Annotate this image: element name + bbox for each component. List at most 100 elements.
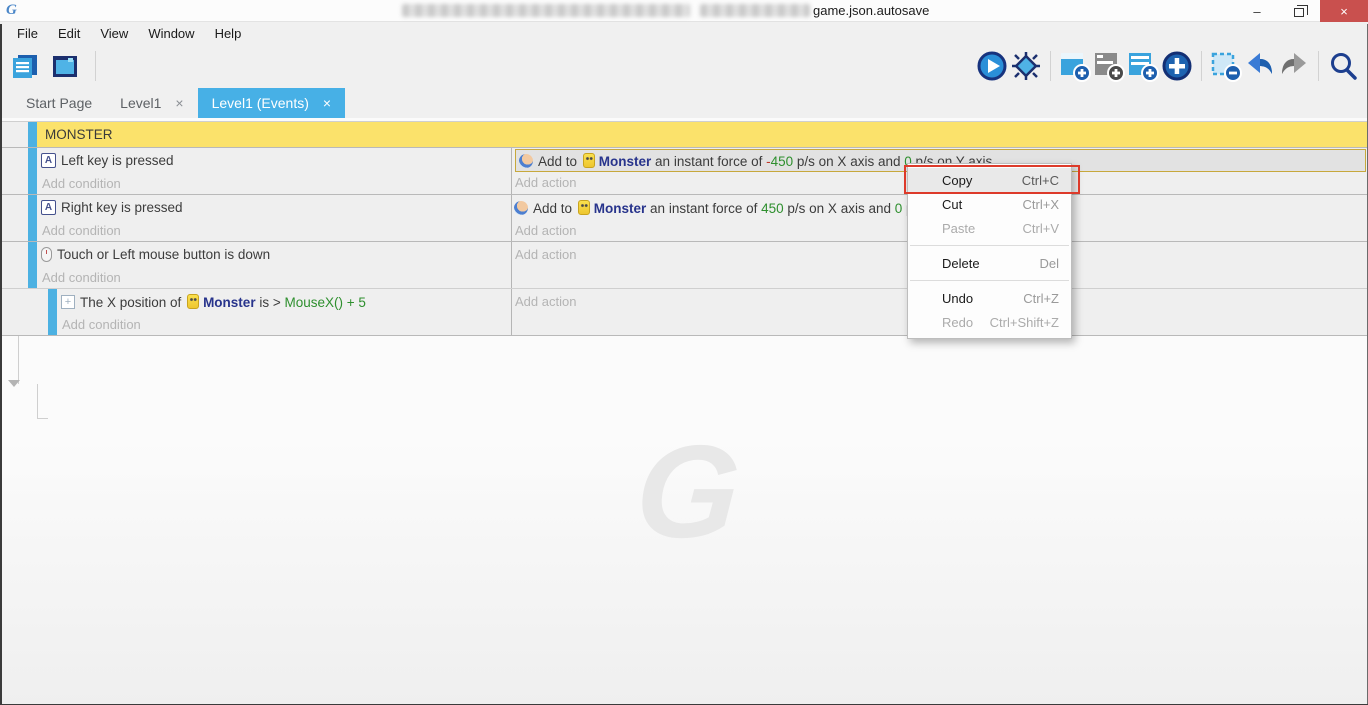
add-condition-button[interactable]: Add condition	[41, 267, 511, 288]
tab-close-icon[interactable]: ×	[175, 95, 183, 111]
tab-label: Level1	[120, 95, 161, 111]
menu-item-shortcut: Ctrl+Z	[1023, 291, 1059, 306]
toolbar	[0, 44, 1368, 88]
tab-level1-events[interactable]: Level1 (Events) ×	[198, 88, 345, 118]
debug-icon[interactable]	[1009, 49, 1043, 83]
context-menu-cut[interactable]: Cut Ctrl+X	[908, 192, 1071, 216]
restore-icon	[1294, 8, 1304, 17]
menu-item-label: Paste	[942, 221, 975, 236]
menu-view[interactable]: View	[91, 24, 137, 43]
event-gutter	[0, 195, 28, 241]
menu-item-shortcut: Ctrl+Shift+Z	[990, 315, 1059, 330]
expander-arrow-icon[interactable]	[8, 380, 20, 387]
toolbar-separator	[1201, 51, 1202, 81]
tab-level1[interactable]: Level1 ×	[106, 88, 197, 118]
menu-item-shortcut: Del	[1039, 256, 1059, 271]
context-menu-undo[interactable]: Undo Ctrl+Z	[908, 286, 1071, 310]
event-drag-bar[interactable]	[48, 289, 57, 335]
condition-text: Left key is pressed	[61, 153, 174, 168]
menu-file[interactable]: File	[8, 24, 47, 43]
close-button[interactable]: ×	[1320, 0, 1368, 22]
minimize-button[interactable]: –	[1236, 0, 1278, 22]
conditions-cell[interactable]: A Right key is pressed Add condition	[37, 195, 512, 241]
delete-selection-icon[interactable]	[1209, 49, 1243, 83]
window-controls: – ×	[1236, 0, 1368, 22]
add-event-icon[interactable]	[1058, 49, 1092, 83]
keyboard-icon: A	[41, 200, 56, 215]
condition-text: Right key is pressed	[61, 200, 183, 215]
context-menu-redo: Redo Ctrl+Shift+Z	[908, 310, 1071, 334]
toolbar-separator	[1318, 51, 1319, 81]
gdevelop-logo-icon: G	[6, 2, 24, 20]
menu-separator	[910, 245, 1069, 246]
event-drag-bar[interactable]	[28, 242, 37, 288]
menu-item-shortcut: Ctrl+X	[1023, 197, 1059, 212]
menu-item-label: Undo	[942, 291, 973, 306]
hand-icon	[519, 154, 533, 168]
add-condition-button[interactable]: Add condition	[41, 220, 511, 241]
condition[interactable]: Touch or Left mouse button is down	[41, 242, 511, 267]
annotation-highlight-box	[904, 165, 1080, 194]
condition[interactable]: A Right key is pressed	[41, 195, 511, 220]
menubar: File Edit View Window Help	[0, 22, 1368, 44]
conditions-cell[interactable]: Touch or Left mouse button is down Add c…	[37, 242, 512, 288]
event-drag-bar[interactable]	[28, 195, 37, 241]
condition[interactable]: + The X position of Monster is > MouseX(…	[61, 289, 511, 314]
events-list: MONSTER A Left key is pressed Add condit…	[0, 118, 1368, 336]
redo-icon[interactable]	[1277, 49, 1311, 83]
context-menu-delete[interactable]: Delete Del	[908, 251, 1071, 275]
comment-event[interactable]: MONSTER	[0, 121, 1368, 148]
tab-start-page[interactable]: Start Page	[12, 88, 106, 118]
menu-separator	[910, 280, 1069, 281]
menu-edit[interactable]: Edit	[49, 24, 89, 43]
menu-window[interactable]: Window	[139, 24, 203, 43]
menu-item-label: Cut	[942, 197, 962, 212]
event-row: A Left key is pressed Add condition Add …	[0, 148, 1368, 195]
conditions-cell[interactable]: A Left key is pressed Add condition	[37, 148, 512, 194]
menu-item-label: Redo	[942, 315, 973, 330]
redacted-title-text	[700, 4, 810, 17]
event-gutter	[0, 122, 28, 147]
event-row: A Right key is pressed Add condition Add…	[0, 195, 1368, 242]
events-editor: G MONSTER A	[0, 118, 1368, 705]
gdevelop-window: G game.json.autosave – × File Edit View …	[0, 0, 1368, 705]
titlebar: G game.json.autosave – ×	[0, 0, 1368, 22]
menu-item-label: Delete	[942, 256, 980, 271]
menu-help[interactable]: Help	[206, 24, 251, 43]
menu-item-shortcut: Ctrl+V	[1023, 221, 1059, 236]
undo-icon[interactable]	[1243, 49, 1277, 83]
toolbar-separator	[95, 51, 96, 81]
gdevelop-watermark: G	[593, 426, 782, 556]
redacted-title-text	[402, 4, 690, 17]
tabbar: Start Page Level1 × Level1 (Events) ×	[0, 88, 1368, 118]
event-drag-bar[interactable]	[28, 122, 37, 147]
condition[interactable]: A Left key is pressed	[41, 148, 511, 173]
scene-editor-icon[interactable]	[48, 49, 82, 83]
monster-object-icon	[583, 153, 595, 168]
add-comment-icon[interactable]	[1126, 49, 1160, 83]
window-title: game.json.autosave	[813, 3, 929, 18]
add-subevent-icon[interactable]	[1092, 49, 1126, 83]
conditions-cell[interactable]: + The X position of Monster is > MouseX(…	[57, 289, 512, 335]
play-icon[interactable]	[975, 49, 1009, 83]
project-manager-icon[interactable]	[8, 49, 42, 83]
search-icon[interactable]	[1326, 49, 1360, 83]
context-menu-paste: Paste Ctrl+V	[908, 216, 1071, 240]
window-border-left	[0, 24, 2, 705]
comment-text[interactable]: MONSTER	[37, 122, 1368, 147]
add-new-icon[interactable]	[1160, 49, 1194, 83]
condition-text: Touch or Left mouse button is down	[57, 247, 270, 262]
add-condition-button[interactable]: Add condition	[41, 173, 511, 194]
toolbar-separator	[1050, 51, 1051, 81]
tab-close-icon[interactable]: ×	[323, 95, 331, 111]
add-condition-button[interactable]: Add condition	[61, 314, 511, 335]
event-drag-bar[interactable]	[28, 148, 37, 194]
mouse-icon	[41, 247, 52, 262]
condition-text: The X position of Monster is > MouseX() …	[80, 294, 366, 310]
hand-icon	[514, 201, 528, 215]
tab-label: Start Page	[26, 95, 92, 111]
monster-object-icon	[578, 200, 590, 215]
restore-button[interactable]	[1278, 0, 1320, 22]
event-gutter	[0, 289, 48, 335]
monster-object-icon	[187, 294, 199, 309]
